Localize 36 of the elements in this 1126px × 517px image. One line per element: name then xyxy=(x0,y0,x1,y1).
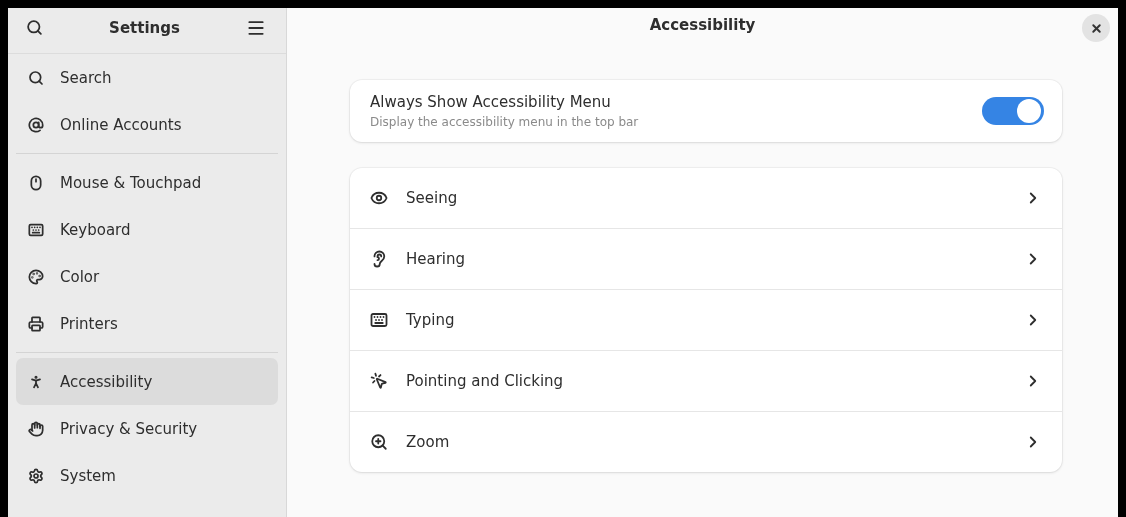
list-row[interactable]: Pointing and Clicking xyxy=(350,350,1062,411)
sidebar-item[interactable]: Accessibility xyxy=(16,358,278,405)
sidebar-item[interactable]: Online Accounts xyxy=(16,101,278,148)
page-title: Accessibility xyxy=(649,16,756,34)
search-icon xyxy=(26,19,43,36)
list-row[interactable]: Typing xyxy=(350,289,1062,350)
close-button[interactable] xyxy=(1082,14,1110,42)
pointer-click-icon xyxy=(370,372,388,390)
settings-icon xyxy=(28,467,44,484)
sidebar-item[interactable]: Privacy & Security xyxy=(16,405,278,452)
eye-icon xyxy=(370,189,388,207)
zoom-in-icon xyxy=(370,433,388,451)
list-row[interactable]: Zoom xyxy=(350,411,1062,472)
sidebar-item[interactable]: Keyboard xyxy=(16,206,278,253)
search-button[interactable] xyxy=(26,19,43,36)
person-icon xyxy=(28,373,44,390)
sidebar-item[interactable]: Mouse & Touchpad xyxy=(16,159,278,206)
hand-icon xyxy=(28,420,44,437)
search-icon xyxy=(28,69,44,86)
toggle-switch[interactable] xyxy=(982,97,1044,125)
mouse-icon xyxy=(28,174,44,191)
printer-icon xyxy=(28,315,44,332)
sidebar-item[interactable]: Search xyxy=(16,54,278,101)
list-row[interactable]: Hearing xyxy=(350,228,1062,289)
at-sign-icon xyxy=(28,116,44,133)
sidebar-title: Settings xyxy=(109,18,180,37)
sidebar-item[interactable]: Printers xyxy=(16,300,278,347)
keyboard-icon xyxy=(28,221,44,238)
sidebar-item[interactable]: System xyxy=(16,452,278,499)
toggle-title: Always Show Accessibility Menu xyxy=(370,93,612,111)
palette-icon xyxy=(28,268,44,285)
keyboard-icon xyxy=(370,311,388,329)
list-row[interactable]: Seeing xyxy=(350,168,1062,228)
sidebar-item[interactable]: Color xyxy=(16,253,278,300)
toggle-subtitle: Display the accessibility menu in the top bar xyxy=(370,115,639,129)
close-icon xyxy=(1089,21,1103,35)
